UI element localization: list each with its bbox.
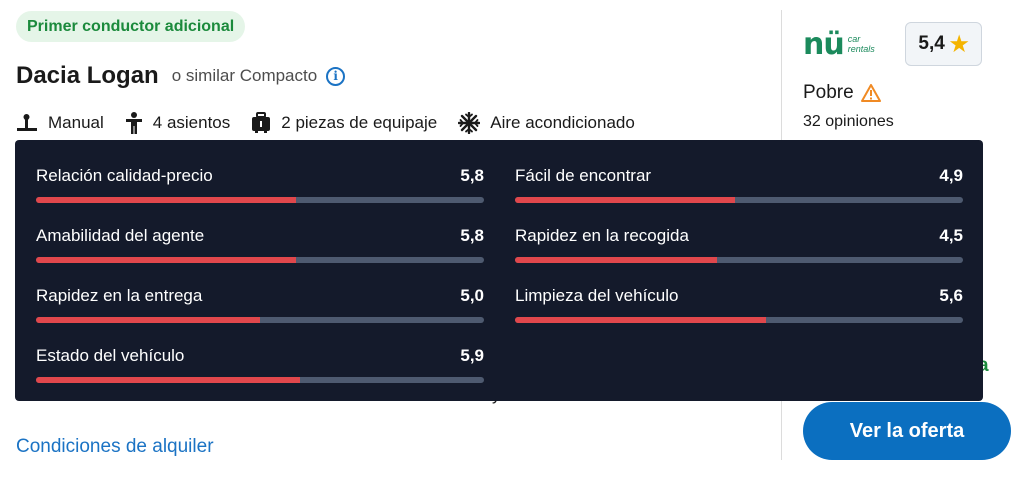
- feature-seats: 4 asientos: [125, 112, 231, 134]
- metric-bar-track: [36, 377, 484, 383]
- warning-icon: [860, 84, 881, 102]
- supplier-logo: nü car rentals: [803, 26, 875, 62]
- feature-label: 4 asientos: [152, 113, 231, 132]
- snowflake-icon: [458, 112, 481, 134]
- metric-bar-track: [515, 257, 963, 263]
- metric-score: 5,0: [460, 286, 484, 305]
- feature-label: Aire acondicionado: [490, 113, 635, 132]
- car-features: Manual 4 asientos 2 piezas de equipaje A…: [16, 110, 656, 136]
- rating-label-row: Pobre: [803, 82, 881, 104]
- additional-driver-badge: Primer conductor adicional: [16, 11, 246, 42]
- logo-subtitle-line-2: rentals: [847, 44, 875, 54]
- star-icon: ★: [949, 32, 969, 56]
- metric-score: 5,6: [939, 286, 963, 305]
- supplier-score: 5,4: [918, 33, 945, 54]
- feature-label: Manual: [48, 113, 104, 132]
- metric-score: 5,9: [460, 346, 484, 365]
- rating-label: Pobre: [803, 82, 854, 103]
- logo-subtitle: car rentals: [848, 34, 875, 54]
- metric-score: 5,8: [460, 226, 484, 245]
- rating-metric: Fácil de encontrar 4,9: [515, 166, 963, 206]
- rating-metric: Estado del vehículo 5,9: [36, 346, 484, 386]
- luggage-icon: [252, 112, 271, 133]
- metric-label: Fácil de encontrar: [515, 166, 652, 185]
- metric-score: 4,5: [939, 226, 963, 245]
- metric-label: Limpieza del vehículo: [515, 286, 679, 305]
- metric-bar-fill: [515, 317, 766, 323]
- metric-score: 4,9: [939, 166, 963, 185]
- supplier-score-box[interactable]: 5,4 ★: [905, 22, 982, 66]
- metric-label: Rapidez en la entrega: [36, 286, 203, 305]
- feature-label: 2 piezas de equipaje: [281, 113, 438, 132]
- metric-bar-fill: [515, 197, 735, 203]
- metric-bar-fill: [36, 377, 301, 383]
- metric-bar-track: [515, 197, 963, 203]
- rental-conditions-link[interactable]: Condiciones de alquiler: [16, 436, 214, 458]
- metric-bar-track: [36, 257, 484, 263]
- metric-bar-fill: [515, 257, 717, 263]
- metric-label: Estado del vehículo: [36, 346, 185, 365]
- feature-air-conditioning: Aire acondicionado: [458, 112, 635, 134]
- car-title-row: Dacia Logan o similar Compacto i: [16, 60, 346, 92]
- rating-metric: Limpieza del vehículo 5,6: [515, 286, 963, 326]
- rating-metric: Amabilidad del agente 5,8: [36, 226, 484, 266]
- rating-metric: Rapidez en la entrega 5,0: [36, 286, 484, 326]
- feature-transmission: Manual: [16, 113, 104, 133]
- info-icon[interactable]: i: [326, 66, 346, 86]
- metric-bar-fill: [36, 197, 296, 203]
- metric-bar-track: [36, 197, 484, 203]
- rating-metric: Relación calidad-precio 5,8: [36, 166, 484, 206]
- transmission-icon: [17, 114, 37, 131]
- car-similar-category: o similar Compacto: [171, 66, 318, 85]
- metric-bar-track: [36, 317, 484, 323]
- ratings-tooltip: Relación calidad-precio 5,8 Fácil de enc…: [15, 140, 983, 401]
- metric-label: Amabilidad del agente: [36, 226, 205, 245]
- metric-label: Rapidez en la recogida: [515, 226, 689, 245]
- car-name: Dacia Logan: [16, 62, 159, 89]
- metric-label: Relación calidad-precio: [36, 166, 213, 185]
- logo-wordmark: nü: [803, 26, 845, 62]
- view-offer-button[interactable]: Ver la oferta: [803, 402, 1011, 460]
- reviews-count[interactable]: 32 opiniones: [803, 113, 894, 131]
- person-icon: [125, 112, 142, 134]
- metric-bar-fill: [36, 317, 260, 323]
- metric-bar-track: [515, 317, 963, 323]
- logo-subtitle-line-1: car: [847, 34, 861, 44]
- rating-metric: Rapidez en la recogida 4,5: [515, 226, 963, 266]
- metric-score: 5,8: [460, 166, 484, 185]
- metric-bar-fill: [36, 257, 296, 263]
- feature-luggage: 2 piezas de equipaje: [251, 112, 437, 134]
